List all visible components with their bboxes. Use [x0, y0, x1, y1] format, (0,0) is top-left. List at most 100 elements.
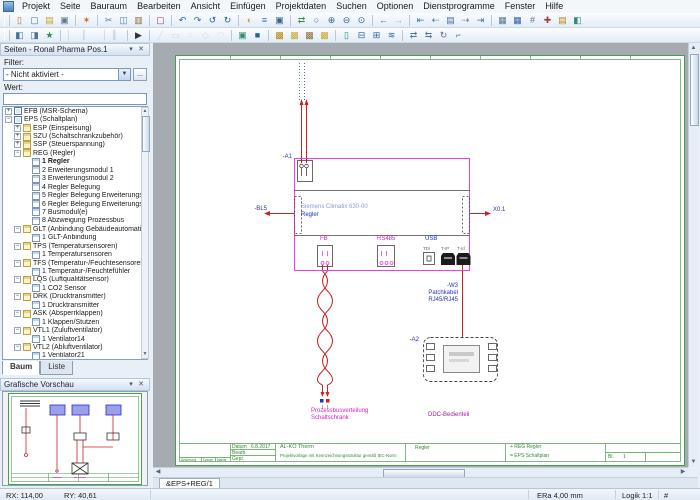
scroll-right-icon[interactable]: ▶ — [678, 468, 688, 477]
swap-icon[interactable]: ⇄ — [407, 29, 420, 42]
collapse-icon[interactable]: − — [14, 260, 21, 267]
table-icon[interactable]: ▦ — [511, 14, 524, 27]
new-project-icon[interactable]: ▢ — [28, 14, 41, 27]
plc-icon[interactable]: ⊞ — [370, 29, 383, 42]
page-list-icon[interactable]: ▤ — [444, 14, 457, 27]
menu-item-seite[interactable]: Seite — [55, 0, 86, 13]
vertical-scroll-thumb[interactable] — [690, 54, 699, 126]
next-page-icon[interactable]: ⇢ — [459, 14, 472, 27]
tree-item[interactable]: 2 Erweiterungsmodul 1 — [3, 166, 147, 174]
collapse-icon[interactable]: − — [14, 293, 21, 300]
pin-icon[interactable]: ✚ — [541, 14, 554, 27]
menu-item-projektdaten[interactable]: Projektdaten — [271, 0, 332, 13]
panel-pin-icon[interactable]: ▾ — [126, 379, 136, 390]
horizontal-scrollbar[interactable]: ◀ ▶ — [153, 467, 688, 477]
tree-item[interactable]: −TPS (Temperatursensoren) — [3, 242, 147, 250]
zoom-window-icon[interactable]: ⊙ — [355, 14, 368, 27]
tree-item[interactable]: −TFS (Temperatur-/Feuchtesensoren) — [3, 259, 147, 267]
wrench-icon[interactable]: ✶ — [80, 14, 93, 27]
panel-close-icon[interactable]: ✕ — [136, 379, 146, 390]
scroll-left-icon[interactable]: ◀ — [153, 468, 163, 477]
align-right-icon[interactable]: ▕ — [95, 29, 108, 42]
tree-item[interactable]: 1 Ventilator14 — [3, 335, 147, 343]
tree-item[interactable]: 1 GLT-Anbindung — [3, 234, 147, 242]
tree-item[interactable]: +SSP (Steuerspannung) — [3, 141, 147, 149]
tree-item[interactable]: −VTL2 (Abluftventilator) — [3, 343, 147, 351]
expand-icon[interactable]: + — [14, 133, 21, 140]
collapse-icon[interactable]: − — [14, 310, 21, 317]
component-icon[interactable]: ◧ — [571, 14, 584, 27]
paste-icon[interactable]: ▥ — [132, 14, 145, 27]
tree-item[interactable]: 5 Regler Belegung Erweiterungsmodul 1 — [3, 191, 147, 199]
symbol-lib-icon[interactable]: ▩ — [273, 29, 286, 42]
menu-item-projekt[interactable]: Projekt — [17, 0, 55, 13]
tab-baum[interactable]: Baum — [2, 361, 40, 375]
mirror-icon[interactable]: ⇆ — [422, 29, 435, 42]
tree-item[interactable]: −VTL1 (Zuluftventilator) — [3, 326, 147, 334]
symbol-browser-icon[interactable]: ▩ — [288, 29, 301, 42]
image-icon[interactable]: ▣ — [236, 29, 249, 42]
tree-item[interactable]: 7 Busmodul(e) — [3, 208, 147, 216]
page-back-icon[interactable]: ◧ — [13, 29, 26, 42]
tree-item[interactable]: 1 Temperatur-/Feuchtefühler — [3, 267, 147, 275]
list-icon[interactable]: ≡ — [258, 14, 271, 27]
arc-tool-icon[interactable]: ◠ — [214, 29, 227, 42]
tree-item[interactable]: 1 Regler — [3, 158, 147, 166]
align-left-icon[interactable]: ▏ — [65, 29, 78, 42]
undo-list-icon[interactable]: ↺ — [206, 14, 219, 27]
tree-item[interactable]: 1 Temperatursensoren — [3, 250, 147, 258]
menu-item-einfügen[interactable]: Einfügen — [225, 0, 271, 13]
collapse-icon[interactable]: − — [14, 226, 21, 233]
tree-item[interactable]: 1 Klappen/Stutzen — [3, 318, 147, 326]
lamp-icon[interactable]: ◐ — [243, 14, 256, 27]
print-icon[interactable]: ▣ — [58, 14, 71, 27]
collapse-icon[interactable]: − — [14, 150, 21, 157]
line-tool-icon[interactable]: ╱ — [154, 29, 167, 42]
tree-item[interactable]: +SZU (Schaltschrankzubehör) — [3, 132, 147, 140]
new-page-icon[interactable]: ▯ — [13, 14, 26, 27]
zoom-in-icon[interactable]: ⊕ — [325, 14, 338, 27]
tree-item[interactable]: 1 Drucktransmitter — [3, 301, 147, 309]
redo-list-icon[interactable]: ↻ — [221, 14, 234, 27]
tree-item[interactable]: −ASK (Absperrklappen) — [3, 310, 147, 318]
toolbar-grip[interactable] — [4, 15, 10, 26]
tree-item[interactable]: 8 Abzweigung Prozessbus — [3, 217, 147, 225]
tree-item[interactable]: 4 Regler Belegung — [3, 183, 147, 191]
collapse-icon[interactable]: − — [5, 116, 12, 123]
circle-tool-icon[interactable]: ○ — [184, 29, 197, 42]
wert-input[interactable] — [3, 93, 147, 105]
tree-item[interactable]: −LQS (Luftqualitätsensor) — [3, 276, 147, 284]
collapse-icon[interactable]: − — [14, 276, 21, 283]
tree-item[interactable]: +EFB (MSR-Schema) — [3, 107, 147, 115]
tree-item[interactable]: −DRK (Drucktransmitter) — [3, 293, 147, 301]
menu-item-ansicht[interactable]: Ansicht — [186, 0, 226, 13]
forward-icon[interactable]: → — [392, 14, 405, 27]
panel-pin-icon[interactable]: ▾ — [126, 44, 136, 55]
tree-item[interactable]: 3 Erweiterungsmodul 2 — [3, 175, 147, 183]
zoom-icon[interactable]: ○ — [310, 14, 323, 27]
copy-icon[interactable]: ◫ — [117, 14, 130, 27]
symbol-new-icon[interactable]: ▩ — [303, 29, 316, 42]
terminal-icon[interactable]: ⊟ — [355, 29, 368, 42]
collapse-icon[interactable]: − — [14, 243, 21, 250]
favorite-icon[interactable]: ★ — [43, 29, 56, 42]
grid-icon[interactable]: ▦ — [496, 14, 509, 27]
page-forward-icon[interactable]: ◨ — [28, 29, 41, 42]
pages-panel-header[interactable]: Seiten - Ronal Pharma Pos.1 ▾ ✕ — [0, 43, 150, 56]
schematic-page[interactable]: -A1 Siemens Climatix 630-00 Regler -BL5 … — [175, 55, 685, 466]
menu-item-fenster[interactable]: Fenster — [500, 0, 541, 13]
refresh-icon[interactable]: ⇄ — [295, 14, 308, 27]
collapse-icon[interactable]: − — [14, 344, 21, 351]
pages-tree[interactable]: +EFB (MSR-Schema)−EPS (Schaltplan)+ESP (… — [2, 106, 148, 360]
expand-icon[interactable]: + — [14, 125, 21, 132]
menu-item-dienstprogramme[interactable]: Dienstprogramme — [418, 0, 500, 13]
scroll-up-icon[interactable]: ▲ — [689, 43, 698, 53]
toolbar-grip[interactable] — [4, 30, 10, 41]
menu-item-bearbeiten[interactable]: Bearbeiten — [132, 0, 186, 13]
back-icon[interactable]: ← — [377, 14, 390, 27]
macro-icon[interactable]: ■ — [251, 29, 264, 42]
tree-item[interactable]: 6 Regler Belegung Erweiterungsmodul 2 — [3, 200, 147, 208]
tree-item[interactable]: −GLT (Anbindung Gebäudeautomation) — [3, 225, 147, 233]
expand-icon[interactable]: + — [14, 141, 21, 148]
drawing-canvas[interactable]: -A1 Siemens Climatix 630-00 Regler -BL5 … — [153, 43, 688, 467]
